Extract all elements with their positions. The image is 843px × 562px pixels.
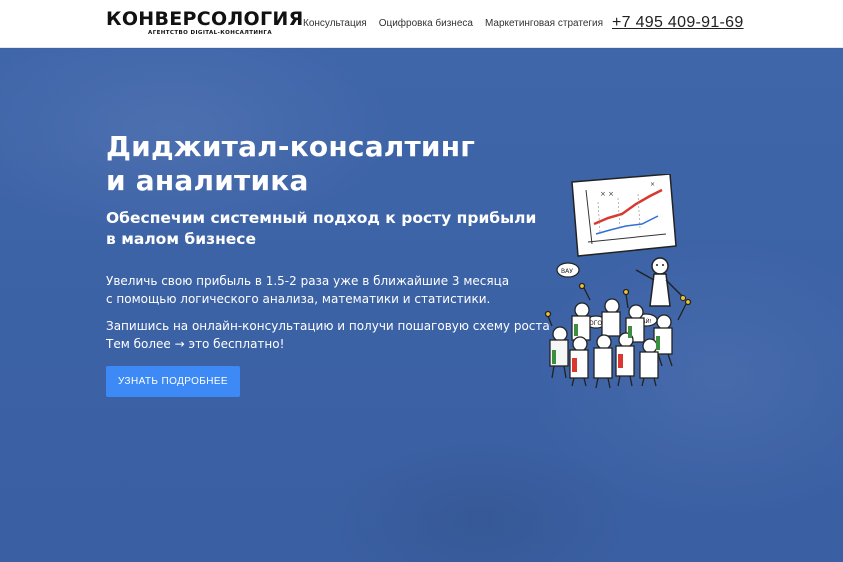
logo-tagline: АГЕНТСТВО DIGITAL-КОНСАЛТИНГА <box>148 30 272 36</box>
nav-link-marketing-strategy[interactable]: Маркетинговая стратегия <box>485 18 603 29</box>
hero-benefit-line-2: с помощью логического анализа, математик… <box>106 292 491 306</box>
main-nav: Консультация Оцифровка бизнеса Маркетинг… <box>303 18 615 29</box>
phone-number[interactable]: +7 495 409-91-69 <box>612 14 744 32</box>
sign-text-ogo: ОГО <box>589 320 602 327</box>
hero-title-line-2: и аналитика <box>106 164 309 197</box>
learn-more-button[interactable]: УЗНАТЬ ПОДРОБНЕЕ <box>106 366 240 397</box>
site-header: КОНВЕРСОЛОГИЯ АГЕНТСТВО DIGITAL-КОНСАЛТИ… <box>0 0 843 48</box>
hero-subtitle: Обеспечим системный подход к росту прибы… <box>106 208 537 250</box>
hero-benefit-text: Увеличь свою прибыль в 1.5-2 раза уже в … <box>106 272 546 308</box>
presenter-figure <box>635 257 686 307</box>
nav-link-consultation[interactable]: Консультация <box>303 18 367 29</box>
svg-text:× ×: × × <box>600 190 614 198</box>
hero-subtitle-line-1: Обеспечим системный подход к росту прибы… <box>106 209 537 227</box>
crowd-with-chart-illustration: × × × ВАУ ОГО ВАЙ! <box>544 174 692 389</box>
hero-title-line-1: Диджитал-консалтинг <box>106 130 476 163</box>
hero-offer-line-1: Запишись на онлайн-консультацию и получи… <box>106 319 550 333</box>
chart-board: × × × <box>571 174 677 257</box>
hero-title: Диджитал-консалтинг и аналитика <box>106 130 526 198</box>
hero-benefit-line-1: Увеличь свою прибыль в 1.5-2 раза уже в … <box>106 274 510 288</box>
hero-offer-text: Запишись на онлайн-консультацию и получи… <box>106 317 550 353</box>
hero-offer-line-2: Тем более → это бесплатно! <box>106 337 285 351</box>
brand-logo[interactable]: КОНВЕРСОЛОГИЯ АГЕНТСТВО DIGITAL-КОНСАЛТИ… <box>106 8 304 39</box>
svg-text:×: × <box>650 181 655 188</box>
sign-text-wow: ВАУ <box>561 268 573 275</box>
logo-wordmark: КОНВЕРСОЛОГИЯ <box>106 8 304 30</box>
hero-subtitle-line-2: в малом бизнесе <box>106 230 257 248</box>
nav-link-business-digitization[interactable]: Оцифровка бизнеса <box>379 18 473 29</box>
